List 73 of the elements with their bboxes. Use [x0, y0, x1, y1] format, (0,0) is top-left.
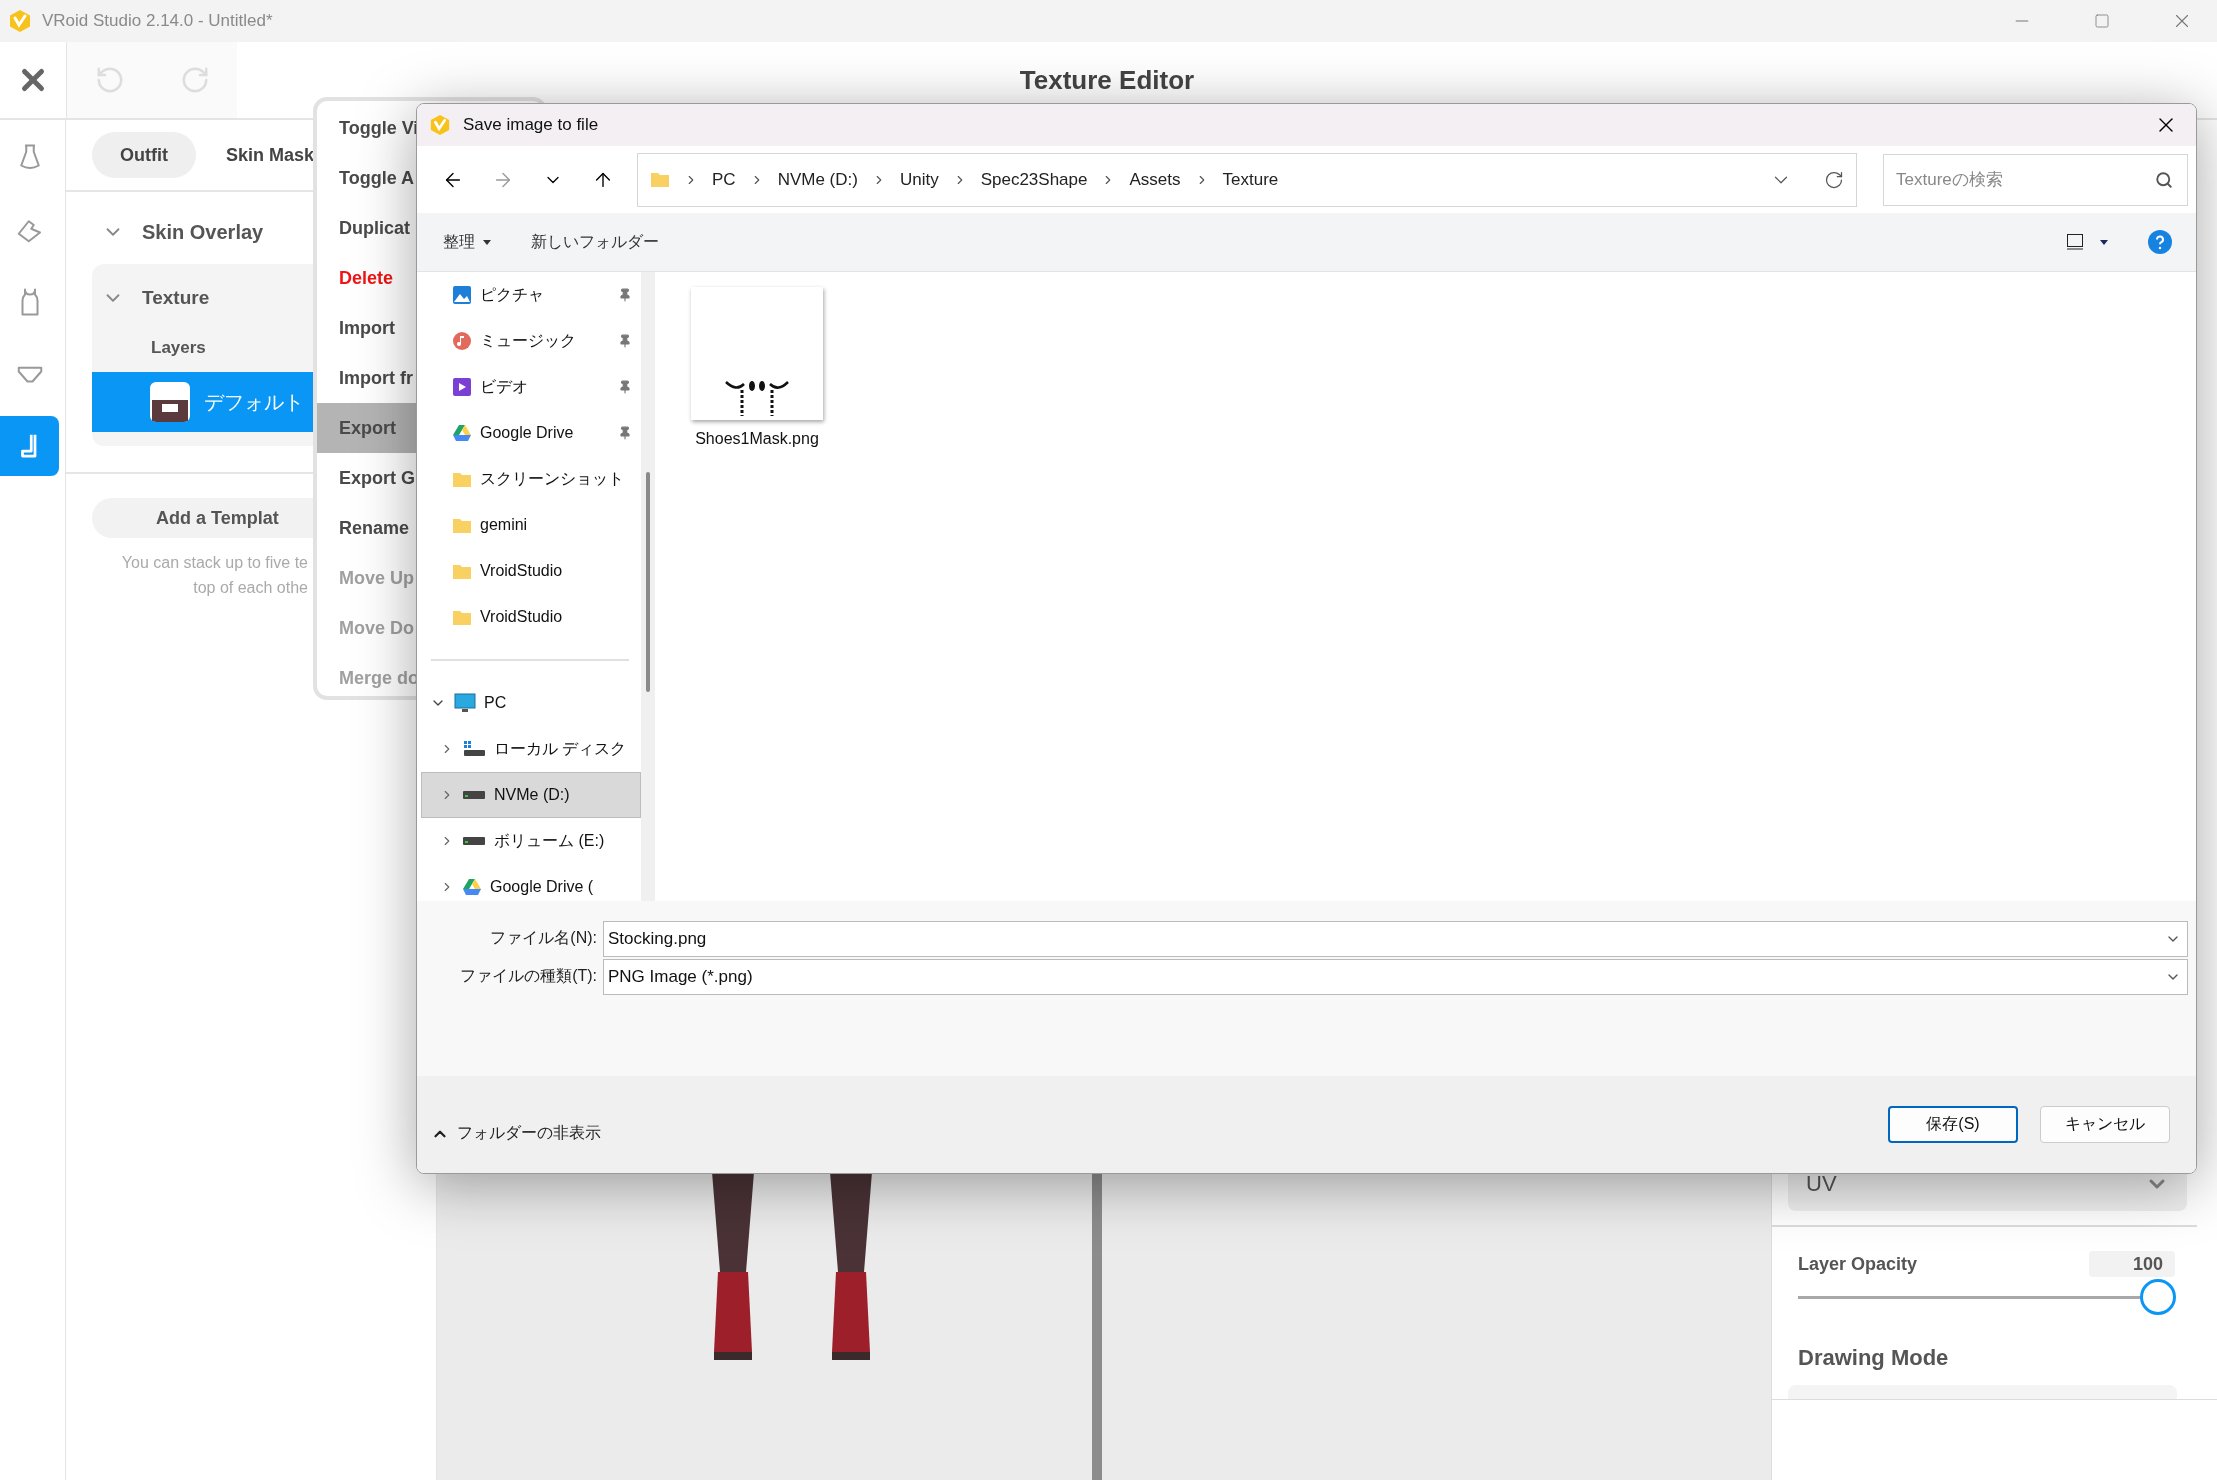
texture-thumb-icon [152, 400, 188, 422]
view-icon[interactable] [2066, 233, 2086, 251]
folder-icon [452, 516, 472, 534]
quick-access-item[interactable]: ピクチャ [421, 272, 641, 318]
section-heading: Skin Overlay [142, 220, 264, 244]
folder-icon [452, 608, 472, 626]
category-tab[interactable]: Skin Mask [226, 132, 315, 178]
hide-folders-button[interactable]: フォルダーの非表示 [431, 1123, 601, 1144]
organize-menu[interactable]: 整理 [443, 231, 491, 253]
rail-tab[interactable] [0, 416, 59, 476]
tree-item[interactable]: ローカル ディスク [421, 726, 641, 772]
drive-triangle-icon [452, 424, 472, 442]
drive-triangle-icon [462, 878, 482, 896]
breadcrumb-item[interactable]: Unity [899, 169, 939, 190]
file-thumbnail[interactable] [691, 287, 823, 420]
folder-icon [452, 562, 472, 580]
breadcrumb-item[interactable]: NVMe (D:) [777, 169, 858, 190]
monitor-icon [454, 693, 476, 713]
tree-item[interactable]: NVMe (D:) [421, 772, 641, 818]
file-name-input[interactable]: Stocking.png [608, 929, 2165, 949]
address-bar[interactable]: PC NVMe (D:) Unity Spec23Shape Assets Texture [637, 152, 1857, 207]
field-label: ファイル名(N): [489, 928, 598, 948]
file-type-select[interactable]: PNG Image (*.png) [603, 959, 2188, 995]
editor-title: Texture Editor [1019, 64, 1195, 96]
search-icon [2155, 170, 2173, 189]
caret-icon [483, 239, 491, 245]
breadcrumb-item[interactable]: Texture [1222, 169, 1279, 190]
dialog-button[interactable]: キャンセル [2040, 1106, 2170, 1143]
texture-heading: Texture [142, 287, 210, 309]
opacity-slider-track[interactable] [1798, 1279, 2174, 1315]
folder-icon [650, 171, 670, 188]
slider-thumb[interactable] [2140, 1279, 2176, 1315]
system-drive-icon [462, 740, 486, 758]
search-field[interactable]: Textureの検索 [1883, 153, 2188, 206]
dialog-title: Save image to file [463, 115, 600, 135]
drawing-mode-heading: Drawing Mode [1797, 1344, 1950, 1372]
opacity-label: Layer Opacity [1798, 1253, 1918, 1275]
category-tab[interactable]: Outfit [92, 132, 196, 178]
music-icon [452, 331, 472, 351]
opacity-value[interactable]: 100 [2089, 1251, 2175, 1277]
search-input[interactable]: Textureの検索 [1894, 168, 2155, 191]
folder-icon [452, 470, 472, 488]
layer-name: デフォルト [204, 389, 304, 415]
hint-text: You can stack up to five te top of each othe [120, 553, 308, 598]
app-logo-icon [8, 9, 32, 33]
breadcrumb-item[interactable]: Spec23Shape [980, 169, 1088, 190]
layers-heading: Layers [151, 338, 206, 358]
file-name-field[interactable]: Stocking.png [603, 921, 2188, 957]
refresh-icon[interactable] [1824, 169, 1844, 190]
field-label: ファイルの種類(T): [459, 966, 598, 986]
new-folder-button[interactable]: 新しいフォルダー [531, 231, 659, 253]
quick-access-item[interactable]: ミュージック [421, 318, 641, 364]
tree-item[interactable]: ボリューム (E:) [421, 818, 641, 864]
dialog-button[interactable]: 保存(S) [1888, 1106, 2018, 1143]
app-logo-icon [429, 114, 451, 136]
caret-icon[interactable] [2100, 239, 2108, 245]
drive-icon [462, 790, 486, 800]
tree-item[interactable]: PC [421, 680, 641, 726]
quick-access-item[interactable]: gemini [421, 502, 641, 548]
video-icon [452, 377, 472, 397]
picture-icon [452, 285, 472, 305]
scrollbar[interactable] [641, 272, 655, 901]
file-name[interactable]: Shoes1Mask.png [695, 430, 819, 448]
quick-access-item[interactable]: VroidStudio [421, 548, 641, 594]
breadcrumb-item[interactable]: Assets [1129, 169, 1181, 190]
window-title: VRoid Studio 2.14.0 - Untitled* [42, 11, 274, 31]
help-icon[interactable] [2148, 230, 2172, 254]
quick-access-item[interactable]: スクリーンショット [421, 456, 641, 502]
quick-access-item[interactable]: VroidStudio [421, 594, 641, 640]
tree-item[interactable]: Google Drive ( [421, 864, 641, 901]
breadcrumb-item[interactable]: PC [712, 169, 736, 190]
drive-icon [462, 836, 486, 846]
mask-preview-drawing [722, 378, 792, 418]
